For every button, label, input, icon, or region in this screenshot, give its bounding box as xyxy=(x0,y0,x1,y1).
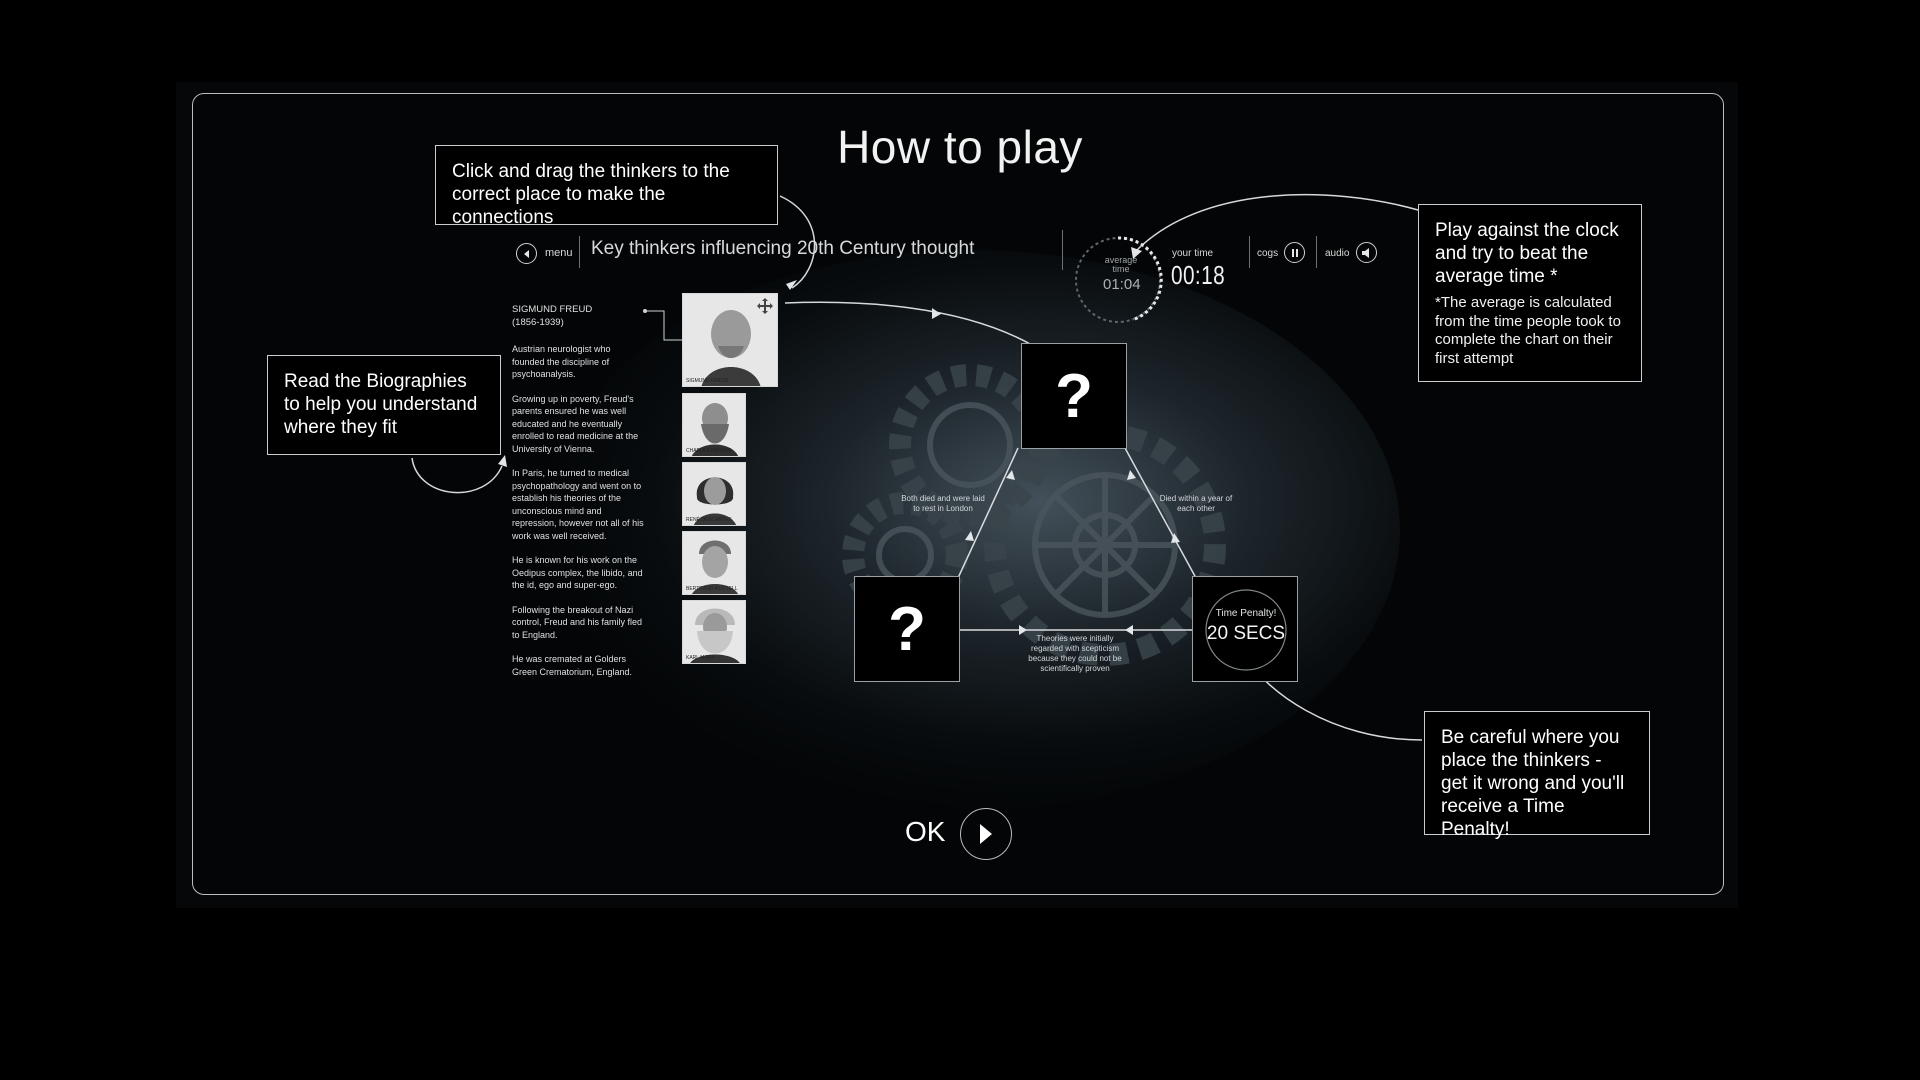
board-connections xyxy=(957,447,1197,635)
connection-label-left: Both died and were laid to rest in Londo… xyxy=(901,494,985,513)
play-arrow-icon xyxy=(980,824,992,844)
ok-button[interactable] xyxy=(960,808,1012,860)
drop-slot-left[interactable]: ? xyxy=(854,576,960,682)
drop-slot-top[interactable]: ? xyxy=(1021,343,1127,449)
penalty-label: Time Penalty! xyxy=(1215,608,1277,619)
time-penalty-box: Time Penalty! 20 SECS xyxy=(1192,576,1298,682)
connection-label-right: Died within a year of each other xyxy=(1159,494,1233,513)
penalty-value: 20 SECS xyxy=(1206,623,1286,644)
connection-label-bottom: Theories were initially regarded with sc… xyxy=(1028,634,1122,673)
ok-label[interactable]: OK xyxy=(905,816,945,848)
